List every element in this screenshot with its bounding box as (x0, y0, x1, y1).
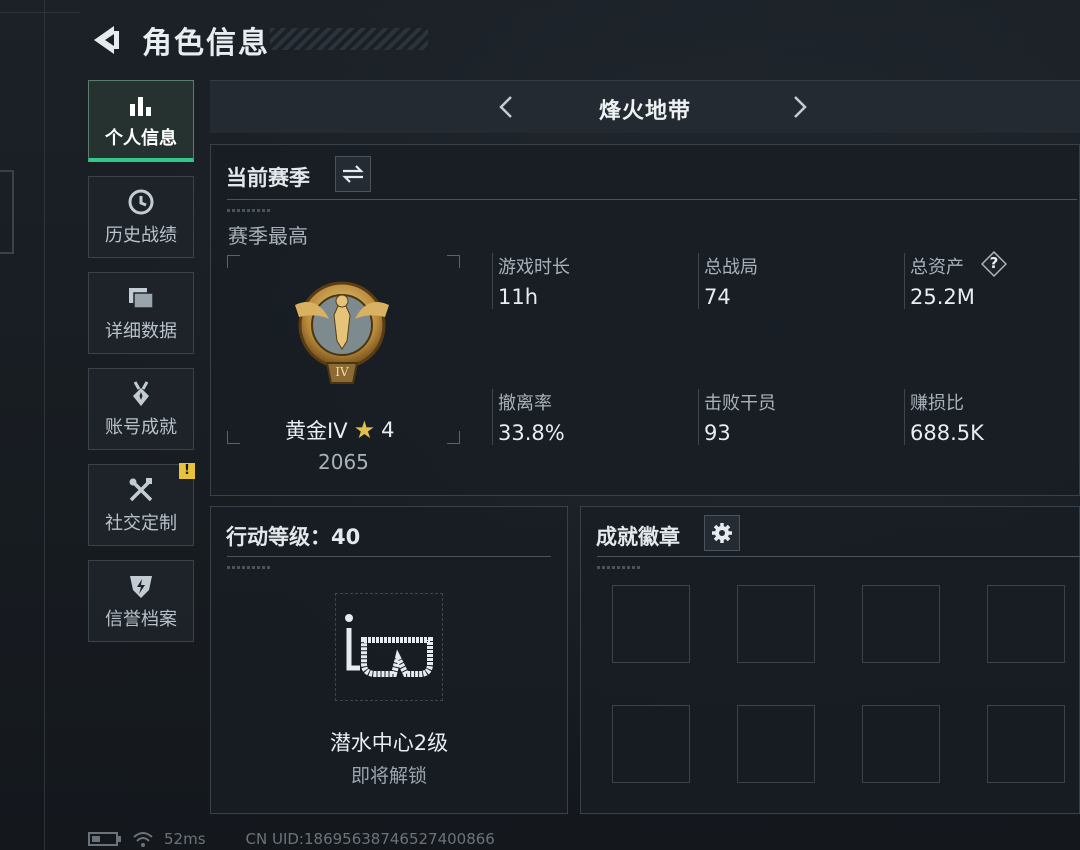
badge-slot[interactable] (862, 705, 940, 783)
badge-slot[interactable] (862, 585, 940, 663)
sidebar-item-details[interactable]: 详细数据 (88, 272, 194, 354)
action-level-panel: 行动等级：40 潜水中心2级 即将解锁 (210, 506, 568, 814)
stat-value: 688.5K (910, 421, 984, 445)
unlock-icon-frame (335, 593, 443, 701)
unlock-name: 潜水中心2级 (329, 731, 449, 755)
gear-icon (712, 523, 732, 543)
stat-label: 击败干员 (704, 393, 776, 414)
unlock-status: 即将解锁 (350, 765, 427, 787)
warning-badge: ! (179, 463, 195, 479)
frame-corner (447, 255, 460, 268)
sidebar-item-label: 信誉档案 (105, 609, 177, 630)
badge-slot[interactable] (737, 705, 815, 783)
page-title: 角色信息 (142, 26, 270, 61)
swap-icon (342, 165, 364, 183)
stat-label: 总战局 (704, 257, 758, 278)
divider (227, 556, 551, 557)
badges-header: 成就徽章 (596, 525, 680, 549)
history-clock-icon (126, 187, 156, 217)
frame-corner (227, 255, 240, 268)
mode-selector: 烽火地带 (210, 80, 1080, 133)
back-button[interactable] (88, 22, 124, 58)
medal-icon (126, 379, 156, 409)
badge-slot[interactable] (612, 705, 690, 783)
badge-slot[interactable] (612, 585, 690, 663)
sidebar-item-label: 详细数据 (105, 321, 177, 342)
rank-score: 2065 (318, 450, 369, 474)
stat-divider (698, 389, 699, 445)
wifi-icon (133, 832, 153, 847)
stat-divider (492, 389, 493, 445)
tag-deco (227, 566, 271, 569)
deco-line (44, 0, 45, 850)
stat-value: 25.2M (910, 285, 975, 309)
sidebar-item-label: 个人信息 (105, 127, 177, 149)
rank-emblem: IV (287, 275, 397, 395)
rank-stars: 4 (381, 418, 395, 442)
deco-line (0, 12, 80, 13)
tag-deco (597, 566, 641, 569)
stat-value: 11h (498, 285, 539, 309)
tools-icon (126, 475, 156, 505)
sidebar-item-achievements[interactable]: 账号成就 (88, 368, 194, 450)
stat-divider (492, 253, 493, 309)
stat-label: 总资产 (910, 257, 964, 278)
folder-icon (126, 283, 156, 313)
side-frame-deco (0, 170, 14, 254)
sidebar-item-social-custom[interactable]: 社交定制 ! (88, 463, 195, 546)
back-arrow-icon (94, 26, 119, 54)
stat-label: 撤离率 (498, 393, 552, 414)
rank-name: 黄金IV (285, 419, 348, 443)
stat-divider (904, 253, 905, 309)
shield-lightning-icon (126, 571, 156, 601)
ping-value: 52ms (164, 830, 206, 848)
diving-mask-icon (345, 614, 433, 677)
divider (597, 556, 1080, 557)
stat-value: 74 (704, 285, 731, 309)
divider (227, 199, 1077, 200)
stat-label: 赚损比 (910, 393, 964, 414)
mode-next-button[interactable] (784, 91, 814, 123)
star-icon: ★ (353, 416, 376, 444)
bar-chart-icon (126, 90, 156, 120)
sidebar-item-label: 社交定制 (105, 513, 177, 534)
status-bar: 52ms CN UID:18695638746527400866 (88, 830, 495, 848)
badge-slot[interactable] (737, 585, 815, 663)
sidebar-item-label: 账号成就 (105, 417, 177, 438)
battery-icon (88, 832, 121, 846)
season-header: 当前赛季 (226, 166, 310, 190)
action-level-header: 行动等级：40 (226, 525, 361, 549)
help-mark: ? (989, 254, 999, 272)
season-panel: 当前赛季 赛季最高 IV 黄金IV ★ 4 2065 游戏时长 11h 总战局 … (210, 144, 1080, 496)
uid-text: CN UID:18695638746527400866 (245, 830, 495, 848)
frame-corner (227, 431, 240, 444)
sidebar-item-history[interactable]: 历史战绩 (88, 176, 194, 258)
sidebar-item-reputation[interactable]: 信誉档案 (88, 560, 194, 642)
help-button[interactable]: ? (980, 250, 1008, 278)
frame-corner (447, 431, 460, 444)
tag-deco (227, 209, 271, 212)
mode-title: 烽火地带 (598, 99, 691, 124)
stat-label: 游戏时长 (498, 257, 570, 278)
sidebar-item-personal-info[interactable]: 个人信息 (88, 80, 194, 162)
badges-settings-button[interactable] (704, 515, 740, 551)
stat-value: 93 (704, 421, 731, 445)
chevron-right-icon (794, 96, 807, 118)
season-best-label: 赛季最高 (228, 224, 308, 248)
rank-emblem-text: IV (335, 365, 349, 379)
season-switch-button[interactable] (335, 156, 371, 192)
rank-line: 黄金IV ★ 4 (285, 415, 394, 445)
stat-value: 33.8% (498, 421, 565, 445)
title-stripes-deco (270, 28, 428, 50)
stat-divider (904, 389, 905, 445)
achievement-badges-panel: 成就徽章 (580, 506, 1080, 814)
stat-divider (698, 253, 699, 309)
badge-slot[interactable] (987, 585, 1065, 663)
sidebar-item-label: 历史战绩 (105, 225, 177, 246)
badge-slot[interactable] (987, 705, 1065, 783)
